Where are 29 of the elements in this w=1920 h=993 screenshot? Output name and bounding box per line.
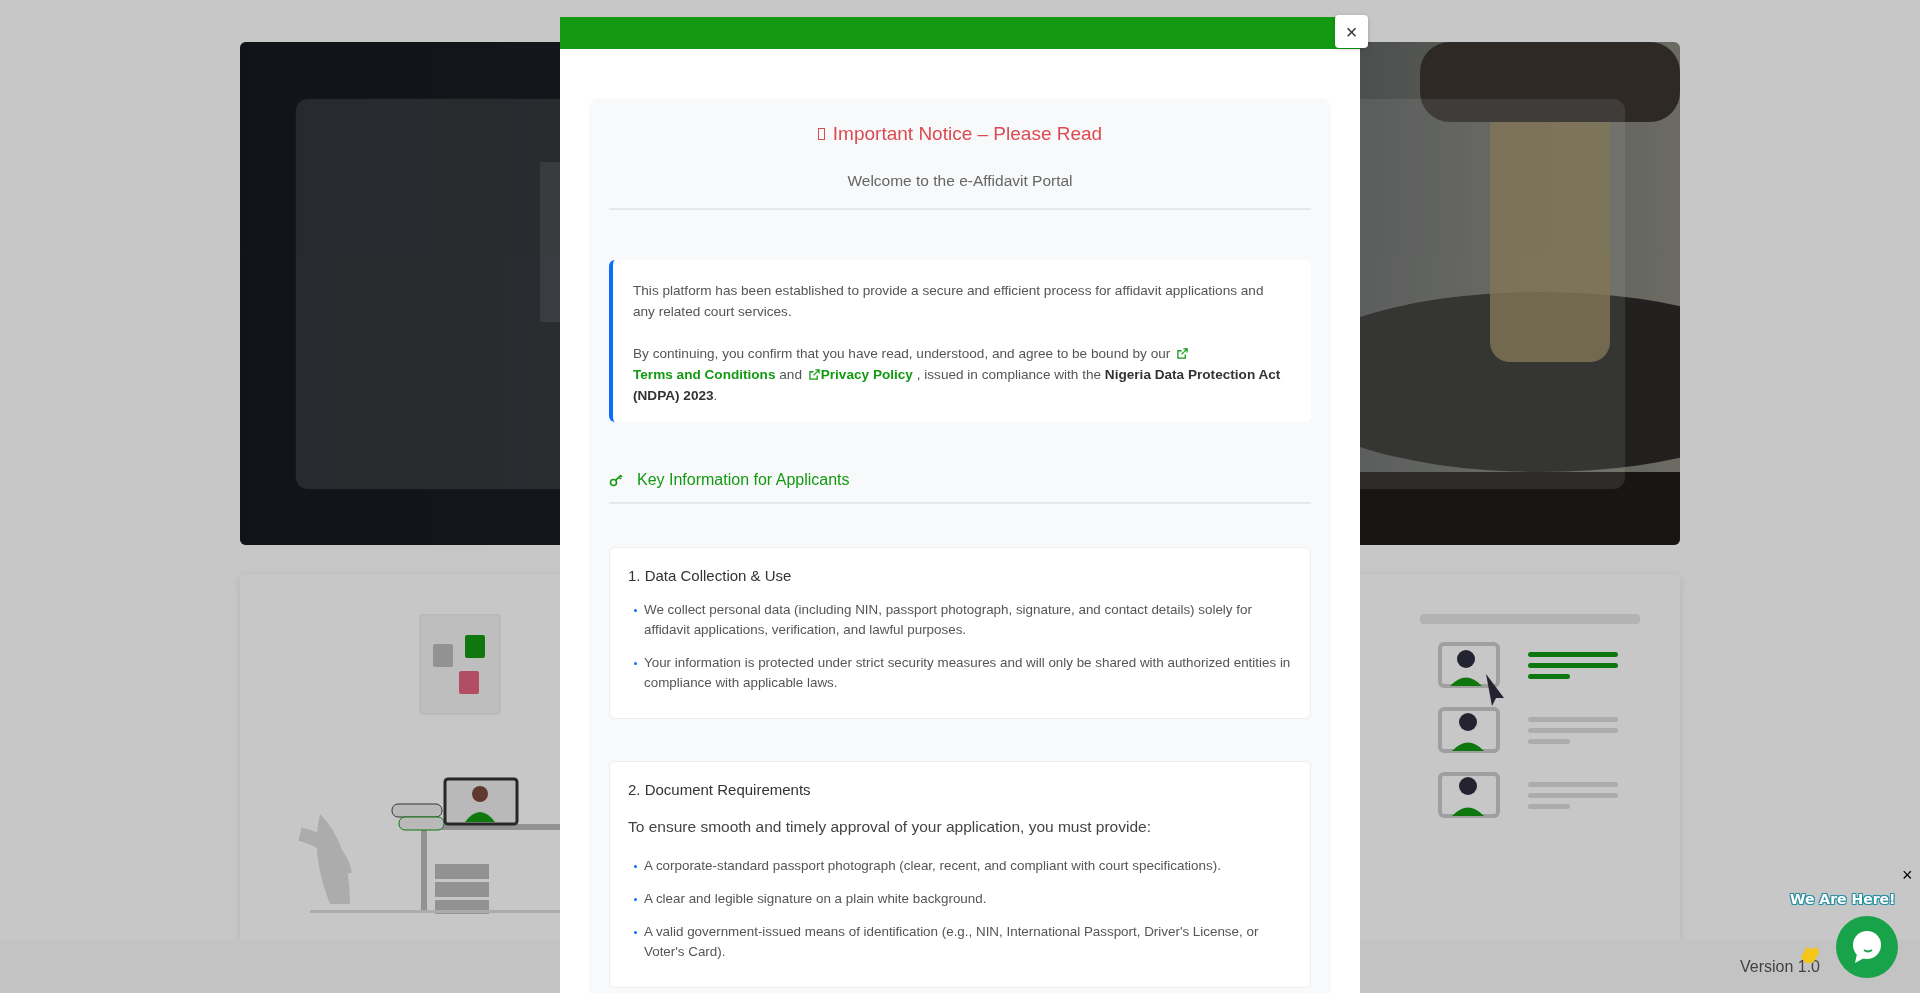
bullet-text: We collect personal data (including NIN, passport photograph, signature, and contact details) solely for affidavit applications, verification, and lawful purposes. [644,601,1253,640]
bullet-text: Your information is protected under strict security measures and will only be shared with authorized entities in compliance with applicable laws. [644,654,1292,693]
version-text: Version 1.0 [1739,956,1820,977]
bullet-text: A valid government-issued means of identification (e.g., NIN, International Passport, Driver's License, or Voter's Card). [644,923,1260,961]
policy-link[interactable]: Privacy Policy [820,366,913,382]
section-heading: Key Information for Applicants [637,469,850,490]
chat-greeting-text: We Are Here! [1790,890,1896,908]
notice-title: Important Notice – Please Read [832,122,1103,146]
bullet-text: A clear and legible signature on a plain white background. [644,890,987,908]
external-link-icon [808,368,820,380]
notice-paragraph: This platform has been established to provide a secure and efficient process for affidavit applications and any related court services. [633,281,1265,321]
key-icon [609,472,623,487]
notice-subtitle: Welcome to the e-Affidavit Portal [846,170,1074,191]
card-title: 1. Data Collection & Use [628,565,793,586]
close-chat-button[interactable]: × [1902,866,1913,884]
bullet-icon [634,931,637,934]
card-title: 2. Document Requirements [628,780,812,801]
bullet-icon [634,609,637,613]
policy-link[interactable]: Terms and Conditions [633,366,776,382]
bullet-text: A corporate-standard passport photograph (clear, recent, and compliant with court specifications). [644,857,1221,875]
chat-bubble-icon [1851,930,1883,964]
bullet-icon [634,662,637,666]
notice-paragraph: By continuing, you confirm that you have read, understood, and agree to be bound by our Terms and Conditions and Privacy Policy , issued in compliance with the Nigeria Data Protection Act (NDPA) 2023. [633,344,1282,405]
bullet-icon [634,898,637,901]
bullet-icon [634,865,637,868]
card-lead-text: To ensure smooth and timely approval of your application, you must provide: [628,816,1152,837]
close-button[interactable]: × [1335,15,1368,48]
missing-glyph-icon [817,128,825,141]
external-link-icon [1177,347,1189,359]
